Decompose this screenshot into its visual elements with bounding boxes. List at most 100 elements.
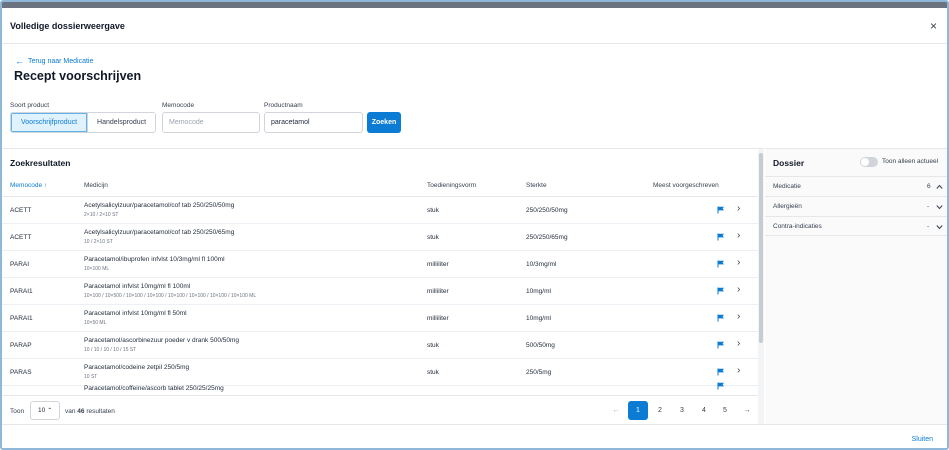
table-row[interactable]: PARAI1 Paracetamol infvlst 10mg/ml fl 10… (2, 278, 758, 305)
page-2-button[interactable]: 2 (650, 401, 670, 420)
productname-input[interactable]: paracetamol (264, 112, 363, 133)
chevron-up-icon (936, 184, 943, 189)
productname-label: Productnaam (264, 102, 303, 109)
flag-icon (717, 368, 724, 376)
page-1-button[interactable]: 1 (628, 401, 648, 420)
result-count: van 46 resultaten (65, 408, 115, 415)
dossier-section-contra-indicaties[interactable]: Contra-indicaties - (765, 216, 947, 236)
table-row[interactable]: PARAI1 Paracetamol infvlst 10mg/ml fl 50… (2, 305, 758, 332)
dossier-section-medicatie[interactable]: Medicatie 6 (765, 176, 947, 196)
page-size-select[interactable]: 10 ⌃ (30, 401, 60, 420)
page-title: Recept voorschrijven (14, 69, 142, 83)
page-3-button[interactable]: 3 (672, 401, 692, 420)
current-only-toggle[interactable] (860, 157, 878, 167)
row-memocode: ACETT (10, 234, 32, 241)
row-sterkte: 250/250/50mg (526, 207, 568, 214)
table-row[interactable]: PARAS Paracetamol/codeine zetpil 250/5mg… (2, 359, 758, 386)
back-link-label: Terug naar Medicatie (28, 58, 94, 65)
section-label: Contra-indicaties (773, 223, 822, 230)
flag-icon (717, 260, 724, 268)
chevron-right-icon[interactable]: › (737, 258, 740, 268)
row-memocode: ACETT (10, 207, 32, 214)
next-page-button[interactable]: → (737, 401, 757, 420)
row-sterkte: 10mg/ml (526, 315, 551, 322)
dossier-section-allergieen[interactable]: Allergieën - (765, 196, 947, 216)
table-row[interactable]: PARAI Paracetamol/ibuprofen infvlst 10/3… (2, 251, 758, 278)
row-packaging: 10 / 10 / 10 / 10 / 15 ST (84, 347, 137, 353)
modal-title: Volledige dossierweergave (10, 20, 125, 31)
row-toedieningsvorm: stuk (427, 369, 439, 376)
table-row[interactable]: Paracetamol/coffeine/ascorb tablet 250/2… (2, 382, 758, 393)
section-count: - (927, 223, 930, 230)
row-medicijn: Paracetamol/codeine zetpil 250/5mg (84, 364, 190, 371)
row-medicijn: Acetylsalicylzuur/paracetamol/cof tab 25… (84, 229, 235, 236)
row-sterkte: 250/250/65mg (526, 234, 568, 241)
row-sterkte: 10/3mg/ml (526, 261, 557, 268)
memocode-label: Memocode (162, 102, 195, 109)
section-label: Medicatie (773, 183, 801, 190)
row-sterkte: 10mg/ml (526, 288, 551, 295)
modal-footer: Sluiten (2, 424, 947, 448)
current-only-label: Toon alleen actueel (882, 158, 939, 165)
result-count-prefix: van (65, 408, 76, 415)
search-button[interactable]: Zoeken (367, 112, 401, 133)
chevron-right-icon[interactable]: › (737, 366, 740, 376)
row-toedieningsvorm: stuk (427, 207, 439, 214)
memocode-input[interactable]: Memocode (162, 112, 260, 133)
chevron-right-icon[interactable]: › (737, 339, 740, 349)
result-count-suffix: resultaten (86, 408, 115, 415)
modal-header: Volledige dossierweergave × (2, 8, 947, 44)
row-sterkte: 500/50mg (526, 342, 555, 349)
product-type-commercial-button[interactable]: Handelsproduct (87, 113, 156, 132)
row-toedieningsvorm: milliliter (427, 288, 449, 295)
table-row[interactable]: ACETT Acetylsalicylzuur/paracetamol/cof … (2, 224, 758, 251)
row-medicijn: Paracetamol infvlst 10mg/ml fl 100ml (84, 283, 191, 290)
flag-icon (717, 314, 724, 322)
page-5-button[interactable]: 5 (715, 401, 735, 420)
row-memocode: PARAI1 (10, 288, 33, 295)
chevron-right-icon[interactable]: › (737, 312, 740, 322)
chevron-right-icon[interactable]: › (737, 285, 740, 295)
back-to-medication-link[interactable]: ← Terug naar Medicatie (15, 56, 94, 66)
column-sterkte[interactable]: Sterkte (526, 182, 547, 189)
page-4-button[interactable]: 4 (694, 401, 714, 420)
arrow-left-icon: ← (15, 56, 24, 66)
column-memocode[interactable]: Memocode ↑ (10, 182, 47, 189)
row-medicijn: Paracetamol/coffeine/ascorb tablet 250/2… (84, 385, 224, 392)
table-row[interactable]: ACETT Acetylsalicylzuur/paracetamol/cof … (2, 197, 758, 224)
column-memocode-label: Memocode (10, 182, 43, 189)
table-row[interactable]: PARAP Paracetamol/ascorbinezuur poeder v… (2, 332, 758, 359)
row-memocode: PARAS (10, 369, 32, 376)
app-frame: Volledige dossierweergave × ← Terug naar… (0, 0, 949, 450)
column-toedieningsvorm[interactable]: Toedieningsvorm (427, 182, 476, 189)
product-type-segmented-control: Voorschrijfproduct Handelsproduct (10, 112, 157, 133)
prev-page-button[interactable]: ← (606, 401, 626, 420)
row-toedieningsvorm: stuk (427, 234, 439, 241)
close-button[interactable]: Sluiten (912, 436, 933, 443)
section-count: - (927, 203, 930, 210)
chevron-right-icon[interactable]: › (737, 231, 740, 241)
flag-icon (717, 233, 724, 241)
result-count-number: 46 (77, 408, 85, 415)
results-title: Zoekresultaten (10, 158, 71, 168)
flag-icon (717, 341, 724, 349)
product-type-label: Soort product (10, 102, 50, 109)
row-medicijn: Acetylsalicylzuur/paracetamol/cof tab 25… (84, 202, 235, 209)
scrollbar-thumb[interactable] (759, 153, 763, 343)
row-medicijn: Paracetamol/ibuprofen infvlst 10/3mg/ml … (84, 256, 225, 263)
row-toedieningsvorm: milliliter (427, 261, 449, 268)
flag-icon (717, 287, 724, 295)
close-icon[interactable]: × (930, 20, 937, 32)
results-panel: Zoekresultaten Memocode ↑ Medicijn Toedi… (2, 148, 764, 425)
chevron-down-icon (936, 225, 943, 230)
column-meest-voorgeschreven[interactable]: Meest voorgeschreven (653, 182, 719, 189)
column-medicijn[interactable]: Medicijn (84, 182, 108, 189)
product-type-prescription-button[interactable]: Voorschrijfproduct (11, 113, 88, 132)
row-toedieningsvorm: milliliter (427, 315, 449, 322)
chevron-right-icon[interactable]: › (737, 204, 740, 214)
row-toedieningsvorm: stuk (427, 342, 439, 349)
row-packaging: 10×50 ML (84, 320, 107, 326)
row-memocode: PARAI (10, 261, 30, 268)
results-scrollbar[interactable] (758, 149, 764, 425)
flag-icon (717, 206, 724, 214)
